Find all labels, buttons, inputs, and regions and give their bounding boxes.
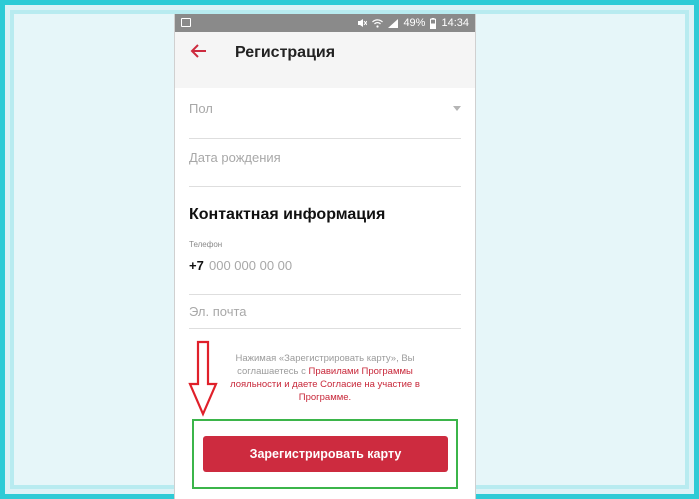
status-time: 14:34 (441, 17, 469, 29)
gender-placeholder: Пол (189, 101, 213, 116)
phone-label: Телефон (189, 240, 223, 249)
annotation-arrow (188, 340, 218, 418)
status-bar: 49% 14:34 (175, 14, 475, 32)
back-arrow-icon[interactable] (190, 43, 208, 59)
dropdown-arrow-icon (453, 106, 461, 111)
birthdate-placeholder: Дата рождения (189, 150, 281, 165)
page-title: Регистрация (235, 44, 336, 61)
status-icons: 49% 14:34 (357, 16, 469, 30)
phone-prefix: +7 (189, 258, 204, 273)
gallery-notification-icon (181, 18, 191, 27)
consent-text: Нажимая «Зарегистрировать карту», Вы сог… (215, 352, 435, 404)
app-bar: Регистрация (175, 32, 475, 88)
email-field[interactable]: Эл. почта (189, 302, 461, 329)
signal-icon (388, 18, 399, 28)
birthdate-field[interactable]: Дата рождения (189, 146, 461, 187)
gender-select[interactable]: Пол (189, 98, 461, 139)
contact-section-title: Контактная информация (189, 206, 386, 223)
phone-field[interactable]: +7 000 000 00 00 (189, 254, 461, 295)
battery-icon (430, 17, 437, 29)
highlight-box (192, 419, 458, 489)
consent-text-middle: и даете (281, 379, 321, 390)
mute-icon (358, 19, 368, 27)
wifi-icon (372, 18, 384, 28)
email-placeholder: Эл. почта (189, 304, 247, 319)
battery-percent: 49% (403, 17, 426, 29)
phone-placeholder: 000 000 00 00 (209, 258, 293, 273)
